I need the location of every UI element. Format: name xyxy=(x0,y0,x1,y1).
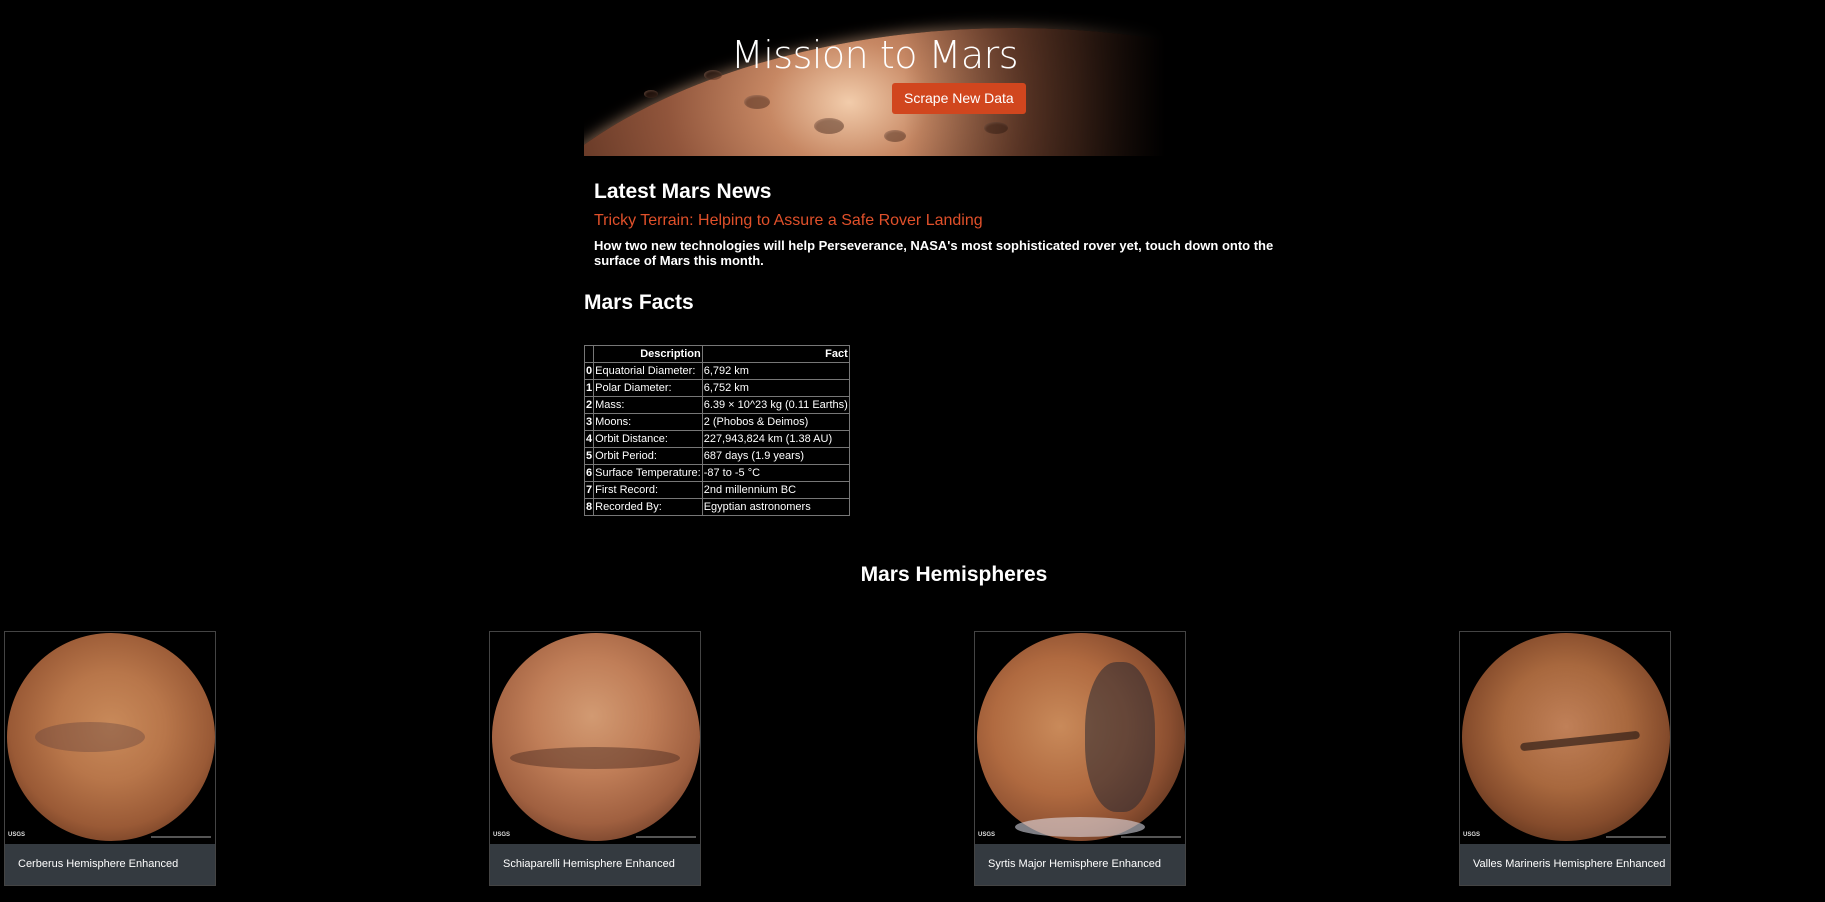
row-fact: 227,943,824 km (1.38 AU) xyxy=(701,430,850,448)
description-column-header: Description xyxy=(593,345,703,363)
page-title: Mission to Mars xyxy=(730,33,1019,77)
row-description: First Record: xyxy=(593,481,703,499)
schiaparelli-globe xyxy=(492,633,700,841)
facts-table: Description Fact 0 Equatorial Diameter: 6,… xyxy=(583,345,850,516)
row-fact: Egyptian astronomers xyxy=(701,498,850,516)
news-heading: Latest Mars News xyxy=(594,180,772,203)
hemisphere-card[interactable]: USGS Syrtis Major Hemisphere Enhanced xyxy=(974,631,1186,886)
table-row: 6 Surface Temperature: -87 to -5 °C xyxy=(583,464,850,482)
hemisphere-card[interactable]: USGS Cerberus Hemisphere Enhanced xyxy=(4,631,216,886)
facts-header-row: Description Fact xyxy=(583,345,850,363)
row-index: 8 xyxy=(583,498,595,516)
hemisphere-image[interactable]: USGS xyxy=(1460,632,1670,844)
news-title-link[interactable]: Tricky Terrain: Helping to Assure a Safe… xyxy=(594,210,1314,232)
row-description: Orbit Period: xyxy=(593,447,703,465)
hemisphere-title[interactable]: Schiaparelli Hemisphere Enhanced xyxy=(490,844,700,885)
row-fact: 6,792 km xyxy=(701,362,850,380)
row-index: 3 xyxy=(583,413,595,431)
table-row: 5 Orbit Period: 687 days (1.9 years) xyxy=(583,447,850,465)
row-description: Recorded By: xyxy=(593,498,703,516)
index-column-header xyxy=(583,345,595,363)
row-description: Equatorial Diameter: xyxy=(593,362,703,380)
hemisphere-title[interactable]: Cerberus Hemisphere Enhanced xyxy=(5,844,215,885)
scrape-new-data-button[interactable]: Scrape New Data xyxy=(892,83,1026,114)
table-row: 2 Mass: 6.39 × 10^23 kg (0.11 Earths) xyxy=(583,396,850,414)
row-index: 7 xyxy=(583,481,595,499)
row-index: 1 xyxy=(583,379,595,397)
facts-heading: Mars Facts xyxy=(584,291,694,314)
hemisphere-card[interactable]: USGS Schiaparelli Hemisphere Enhanced xyxy=(489,631,701,886)
row-index: 4 xyxy=(583,430,595,448)
hemisphere-title[interactable]: Syrtis Major Hemisphere Enhanced xyxy=(975,844,1185,885)
row-index: 5 xyxy=(583,447,595,465)
hemisphere-image[interactable]: USGS xyxy=(490,632,700,844)
news-section: Latest Mars News Tricky Terrain: Helping… xyxy=(594,178,1314,268)
usgs-logo: USGS xyxy=(978,832,996,838)
table-row: 4 Orbit Distance: 227,943,824 km (1.38 AU) xyxy=(583,430,850,448)
hemisphere-image[interactable]: USGS xyxy=(5,632,215,844)
usgs-logo: USGS xyxy=(493,832,511,838)
row-fact: 687 days (1.9 years) xyxy=(701,447,850,465)
row-description: Orbit Distance: xyxy=(593,430,703,448)
usgs-logo: USGS xyxy=(1463,832,1481,838)
table-row: 1 Polar Diameter: 6,752 km xyxy=(583,379,850,397)
page: Mission to Mars Scrape New Data Latest M… xyxy=(0,0,1825,902)
table-row: 0 Equatorial Diameter: 6,792 km xyxy=(583,362,850,380)
row-fact: 6.39 × 10^23 kg (0.11 Earths) xyxy=(701,396,850,414)
table-row: 8 Recorded By: Egyptian astronomers xyxy=(583,498,850,516)
row-index: 0 xyxy=(583,362,595,380)
row-fact: 6,752 km xyxy=(701,379,850,397)
row-index: 2 xyxy=(583,396,595,414)
row-fact: 2 (Phobos & Deimos) xyxy=(701,413,850,431)
row-fact: 2nd millennium BC xyxy=(701,481,850,499)
hemisphere-title[interactable]: Valles Marineris Hemisphere Enhanced xyxy=(1460,844,1670,885)
row-description: Moons: xyxy=(593,413,703,431)
fact-column-header: Fact xyxy=(701,345,850,363)
table-row: 3 Moons: 2 (Phobos & Deimos) xyxy=(583,413,850,431)
row-description: Mass: xyxy=(593,396,703,414)
hemispheres-heading-text: Mars Hemispheres xyxy=(860,563,1048,586)
row-index: 6 xyxy=(583,464,595,482)
hemisphere-image[interactable]: USGS xyxy=(975,632,1185,844)
usgs-logo: USGS xyxy=(8,832,26,838)
news-teaser: How two new technologies will help Perse… xyxy=(594,238,1274,268)
hemisphere-card[interactable]: USGS Valles Marineris Hemisphere Enhance… xyxy=(1459,631,1671,886)
table-row: 7 First Record: 2nd millennium BC xyxy=(583,481,850,499)
hero-banner: Mission to Mars Scrape New Data xyxy=(584,0,1165,156)
row-description: Surface Temperature: xyxy=(593,464,703,482)
row-fact: -87 to -5 °C xyxy=(701,464,850,482)
row-description: Polar Diameter: xyxy=(593,379,703,397)
hemispheres-heading: Mars Hemispheres xyxy=(0,563,1825,587)
